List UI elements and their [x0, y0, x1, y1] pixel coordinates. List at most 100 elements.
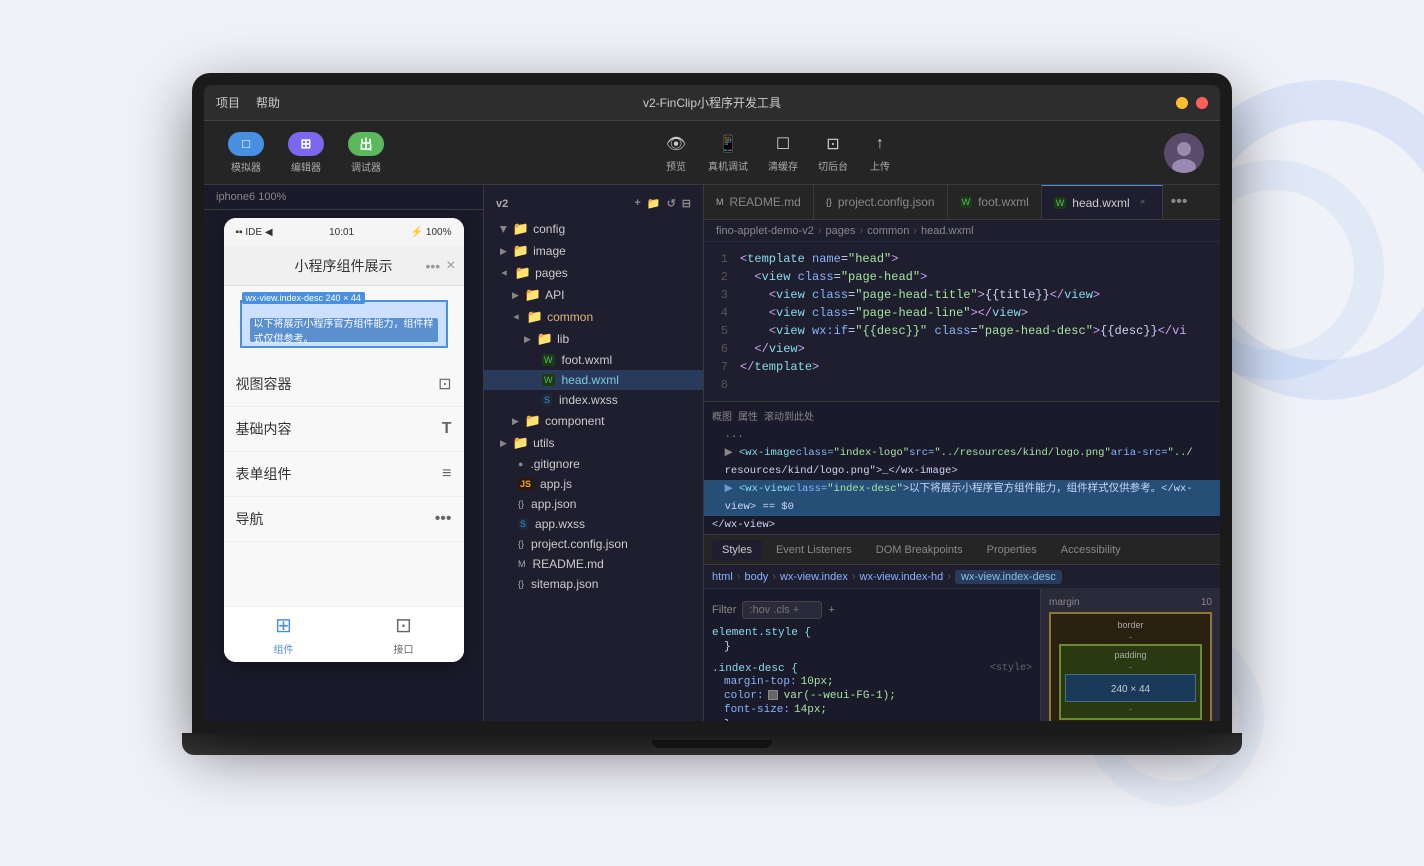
- new-file-icon[interactable]: +: [634, 197, 640, 210]
- element-pill-body[interactable]: body: [744, 571, 768, 583]
- element-pill-wxview-index[interactable]: wx-view.index: [780, 571, 848, 583]
- close-button[interactable]: [1196, 97, 1208, 109]
- chevron-icon: ▶: [512, 416, 519, 427]
- line-content-3: <view class="page-head-title">{{title}}<…: [740, 286, 1220, 304]
- tree-file-sitemap[interactable]: {} sitemap.json: [484, 574, 703, 594]
- tree-folder-component[interactable]: ▶ 📁 component: [484, 410, 703, 432]
- html-line-3: resources/kind/logo.png">_</wx-image>: [704, 462, 1220, 480]
- cutlog-label: 切后台: [818, 158, 848, 173]
- line-num-8: 8: [704, 376, 740, 394]
- filter-hint: +: [828, 604, 834, 616]
- tree-file-head-wxml[interactable]: W head.wxml: [484, 370, 703, 390]
- editor-button[interactable]: ⊞ 编辑器: [280, 128, 332, 178]
- tab-close-button[interactable]: ×: [1136, 196, 1150, 210]
- clearcache-action[interactable]: ☐ 清缓存: [768, 132, 798, 173]
- tree-folder-common[interactable]: ▼ 📁 common: [484, 306, 703, 328]
- clearcache-label: 清缓存: [768, 158, 798, 173]
- realtest-action[interactable]: 📱 真机调试: [708, 132, 748, 173]
- tree-file-index-wxss[interactable]: S index.wxss: [484, 390, 703, 410]
- folder-icon: 📁: [513, 435, 529, 451]
- tab-readme[interactable]: M README.md: [704, 185, 814, 219]
- status-time: 10:01: [329, 227, 354, 238]
- event-listeners-tab[interactable]: Event Listeners: [766, 540, 862, 560]
- tree-folder-pages[interactable]: ▼ 📁 pages: [484, 262, 703, 284]
- selected-element-overlay: wx-view.index-desc 240 × 44 以下将展示小程序官方组件…: [240, 300, 448, 348]
- file-tree-header: v2 + 📁 ↺ ⊟: [484, 193, 703, 214]
- scale-value: 100%: [258, 191, 286, 203]
- element-pill-html[interactable]: html: [712, 571, 733, 583]
- api-nav-icon: ⊡: [395, 613, 412, 638]
- code-line-7: 7 </template>: [704, 358, 1220, 376]
- tree-file-gitignore[interactable]: ● .gitignore: [484, 454, 703, 474]
- margin-value: 10: [1201, 597, 1212, 608]
- upload-icon: ↑: [868, 132, 892, 156]
- content-size: 240 × 44: [1111, 684, 1150, 695]
- tree-file-app-wxss[interactable]: S app.wxss: [484, 514, 703, 534]
- tree-folder-api[interactable]: ▶ 📁 API: [484, 284, 703, 306]
- element-pill-wxview-hd[interactable]: wx-view.index-hd: [860, 571, 944, 583]
- code-content[interactable]: 1 <template name="head"> 2 <view class="…: [704, 242, 1220, 401]
- phone-section-basic[interactable]: 基础内容 T: [224, 407, 464, 452]
- tree-file-app-js[interactable]: JS app.js: [484, 474, 703, 494]
- accessibility-tab[interactable]: Accessibility: [1051, 540, 1131, 560]
- phone-nav-component[interactable]: ⊞ 组件: [224, 607, 344, 662]
- upload-action[interactable]: ↑ 上传: [868, 132, 892, 173]
- tree-item-label: pages: [535, 266, 568, 280]
- file-tree-root: v2: [496, 198, 508, 210]
- simulator-phone: ▪▪ IDE ◀ 10:01 ⚡ 100% 小程序组件展示 ••• ×: [204, 210, 483, 721]
- prop-val-fontsize: 14px;: [794, 704, 827, 716]
- cutlog-action[interactable]: ⊡ 切后台: [818, 132, 848, 173]
- dom-breakpoints-tab[interactable]: DOM Breakpoints: [866, 540, 973, 560]
- element-style-header: element.style {: [712, 627, 1032, 639]
- simulate-button[interactable]: □ 模拟器: [220, 128, 272, 178]
- styles-tab[interactable]: Styles: [712, 540, 762, 560]
- index-desc-header: .index-desc { <style>: [712, 663, 1032, 675]
- pill-sep-2: ›: [772, 571, 776, 583]
- toolbar-left: □ 模拟器 ⊞ 编辑器 出 调试器: [220, 128, 392, 178]
- phone-section-nav[interactable]: 导航 •••: [224, 497, 464, 542]
- tree-file-project-config[interactable]: {} project.config.json: [484, 534, 703, 554]
- folder-icon: 📁: [515, 265, 531, 281]
- menu-item-project[interactable]: 项目: [216, 94, 240, 111]
- tree-folder-utils[interactable]: ▶ 📁 utils: [484, 432, 703, 454]
- tree-file-app-json[interactable]: {} app.json: [484, 494, 703, 514]
- tab-foot-wxml[interactable]: W foot.wxml: [948, 185, 1042, 219]
- tree-folder-lib[interactable]: ▶ 📁 lib: [484, 328, 703, 350]
- new-folder-icon[interactable]: 📁: [647, 197, 661, 210]
- prop-name-color: color:: [724, 690, 764, 702]
- padding-bottom-val: -: [1129, 704, 1132, 714]
- box-model-padding-row: -: [1065, 662, 1196, 672]
- phone-section-view[interactable]: 视图容器 ⊡: [224, 362, 464, 407]
- phone-section-form[interactable]: 表单组件 ≡: [224, 452, 464, 497]
- line-num-2: 2: [704, 268, 740, 286]
- tab-bar: M README.md {} project.config.json W foo…: [704, 185, 1220, 220]
- element-pill-wxview-desc[interactable]: wx-view.index-desc: [955, 570, 1062, 584]
- phone-close-icon[interactable]: ×: [446, 257, 455, 275]
- user-avatar[interactable]: [1164, 133, 1204, 173]
- debug-button[interactable]: 出 调试器: [340, 128, 392, 178]
- toolbar-right: [1164, 133, 1204, 173]
- minimize-button[interactable]: [1176, 97, 1188, 109]
- properties-tab[interactable]: Properties: [977, 540, 1047, 560]
- code-editor[interactable]: 1 <template name="head"> 2 <view class="…: [704, 242, 1220, 401]
- styles-filter-input[interactable]: [742, 601, 822, 619]
- tab-more-button[interactable]: •••: [1163, 185, 1196, 219]
- tree-folder-image[interactable]: ▶ 📁 image: [484, 240, 703, 262]
- padding-label: padding: [1065, 650, 1196, 660]
- element-style-section: element.style { }: [704, 623, 1040, 659]
- html-line-6: </wx-view>: [704, 516, 1220, 534]
- phone-nav-api[interactable]: ⊡ 接口: [344, 607, 464, 662]
- menu-item-help[interactable]: 帮助: [256, 94, 280, 111]
- refresh-icon[interactable]: ↺: [667, 197, 676, 210]
- tree-file-readme[interactable]: M README.md: [484, 554, 703, 574]
- file-sidebar: v2 + 📁 ↺ ⊟ ▶ 📁 config: [484, 185, 704, 721]
- tree-folder-config[interactable]: ▶ 📁 config: [484, 218, 703, 240]
- preview-action[interactable]: 👁 预览: [664, 132, 688, 173]
- tab-head-wxml[interactable]: W head.wxml ×: [1042, 185, 1163, 219]
- border-label: border: [1057, 620, 1204, 630]
- tree-file-foot-wxml[interactable]: W foot.wxml: [484, 350, 703, 370]
- tab-project-config[interactable]: {} project.config.json: [814, 185, 948, 219]
- phone-more-icon[interactable]: •••: [425, 258, 440, 274]
- collapse-icon[interactable]: ⊟: [682, 197, 691, 210]
- tab-readme-icon: M: [716, 197, 724, 207]
